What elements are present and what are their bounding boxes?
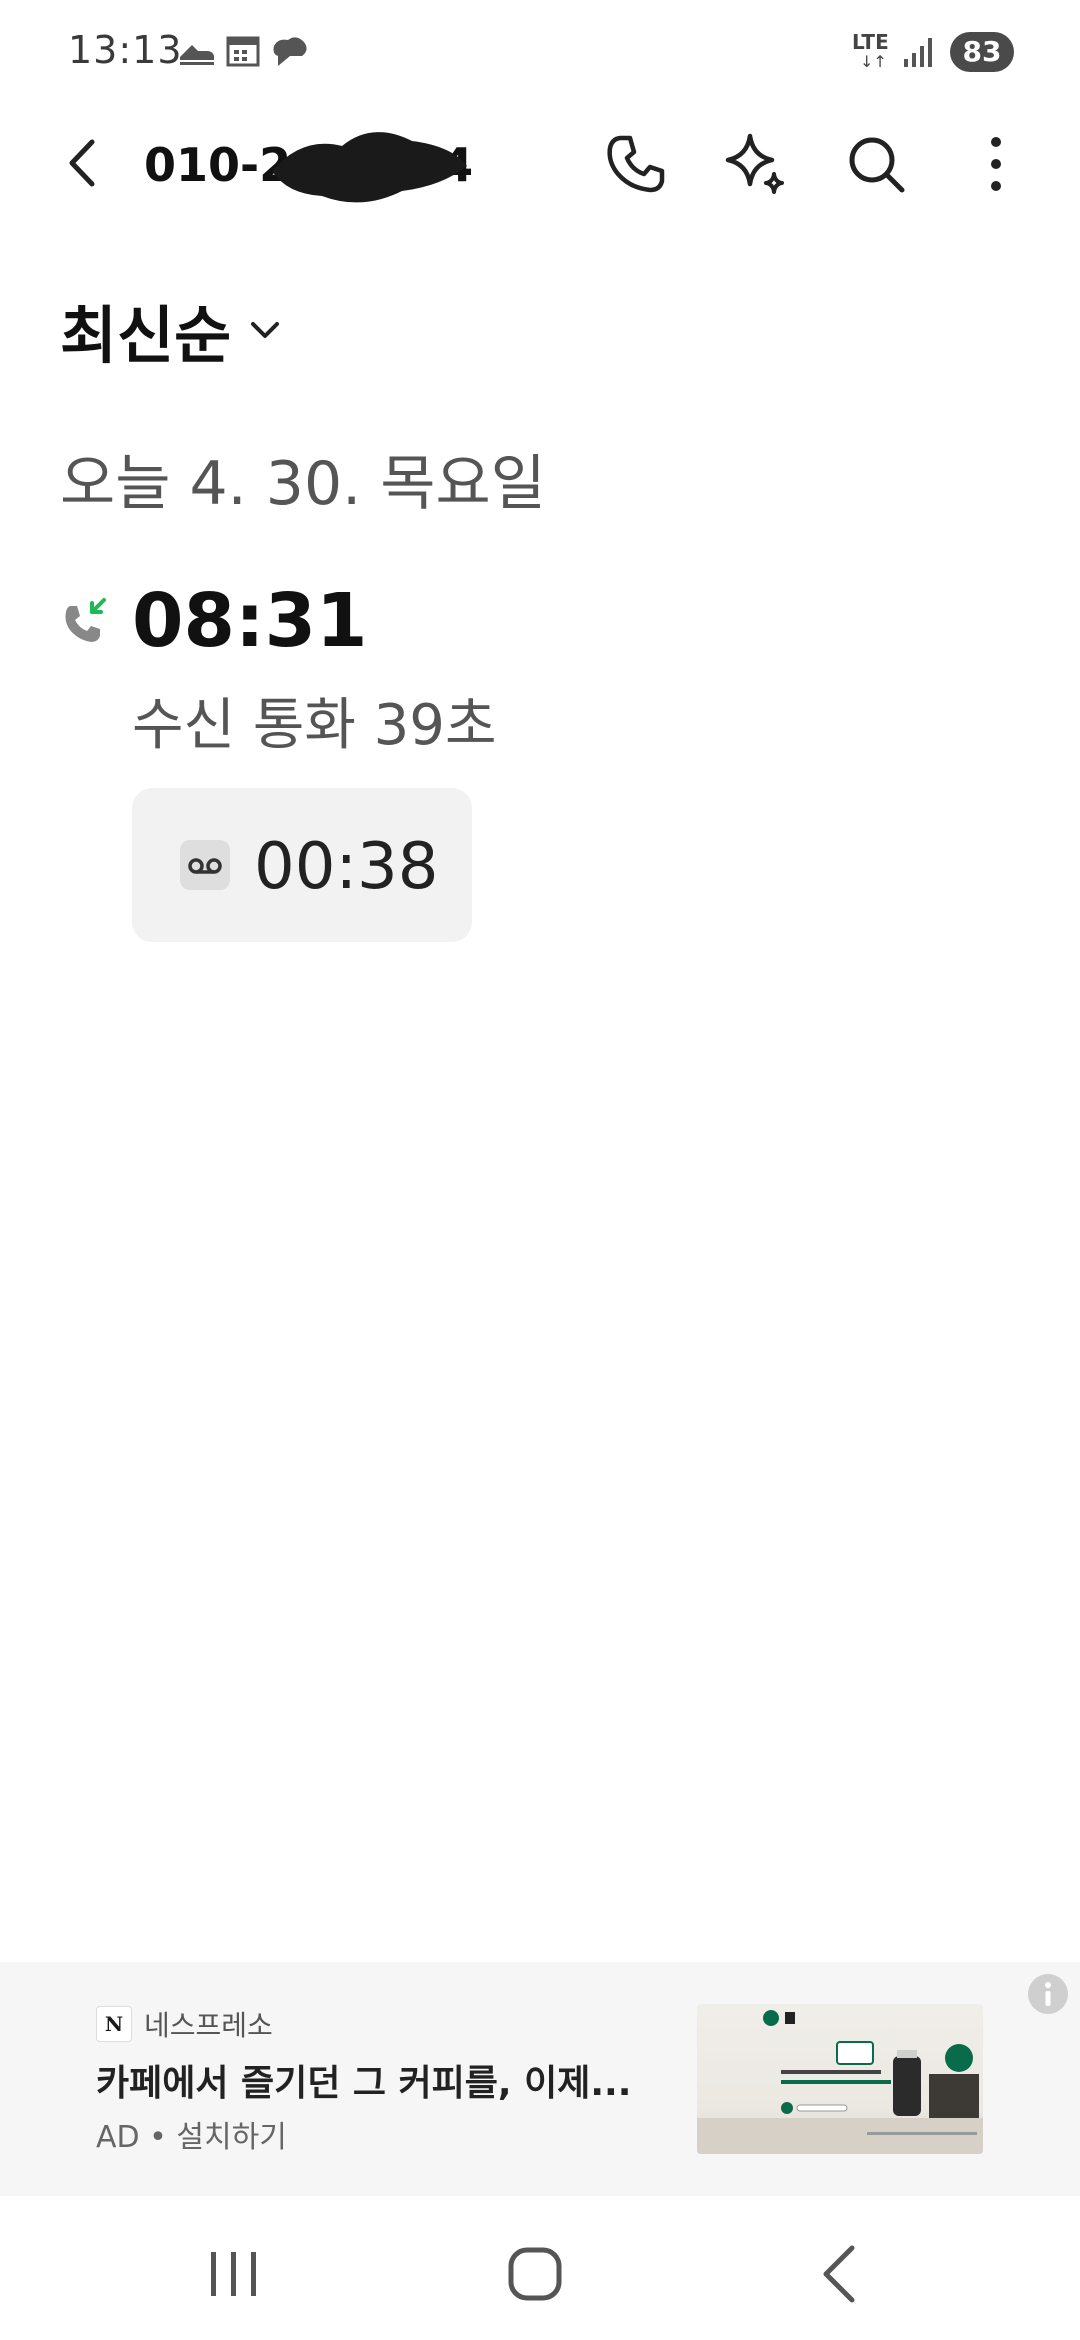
- calendar-icon: [226, 36, 260, 67]
- cloud-icon: [273, 37, 307, 66]
- ad-banner[interactable]: N 네스프레소 카페에서 즐기던 그 커피를, 이제... AD • 설치하기: [0, 1962, 1080, 2196]
- sort-dropdown[interactable]: 최신순: [60, 285, 283, 375]
- ad-headline: 카페에서 즐기던 그 커피를, 이제...: [96, 2063, 632, 2104]
- more-icon[interactable]: [960, 128, 1032, 200]
- recent-apps-icon[interactable]: [194, 2234, 274, 2314]
- ad-install-link[interactable]: AD • 설치하기: [96, 2112, 287, 2156]
- voicemail-icon: [180, 840, 230, 890]
- nespresso-logo: N: [96, 2006, 132, 2042]
- data-arrows-icon: ↓↑: [860, 52, 887, 71]
- ad-advertiser: N 네스프레소: [96, 2004, 273, 2044]
- sort-label: 최신순: [60, 299, 232, 372]
- date-header: 오늘 4. 30. 목요일: [60, 449, 546, 519]
- search-icon[interactable]: [840, 128, 912, 200]
- ai-sparkle-icon[interactable]: [720, 128, 792, 200]
- app-bar: 010-24: [0, 110, 1080, 220]
- call-description: 수신 통화 39초: [132, 693, 497, 758]
- back-icon[interactable]: [800, 2234, 880, 2314]
- status-right-icons: LTE ↓↑ 83: [852, 30, 1014, 74]
- incoming-call-icon: [65, 598, 106, 642]
- phone-icon[interactable]: [600, 128, 672, 200]
- status-time: 13:13: [68, 28, 183, 72]
- back-arrow-icon[interactable]: [52, 132, 114, 194]
- chevron-down-icon: [251, 322, 280, 338]
- call-time[interactable]: 08:31: [132, 578, 368, 664]
- info-icon[interactable]: [1026, 1972, 1070, 2016]
- system-navigation-bar: [0, 2196, 1080, 2340]
- battery-indicator: 83: [950, 32, 1014, 72]
- shoe-icon: [180, 45, 214, 65]
- signal-icon: [904, 38, 932, 67]
- status-bar: 13:13 LTE ↓↑ 83: [0, 0, 1080, 105]
- voicemail-recording-button[interactable]: 00:38: [132, 788, 472, 942]
- ad-advertiser-name: 네스프레소: [144, 2009, 273, 2042]
- redaction-scribble: [272, 132, 467, 203]
- ad-product-graphic: [697, 2010, 983, 2154]
- voicemail-duration: 00:38: [254, 830, 439, 904]
- network-type: LTE: [852, 30, 889, 54]
- home-icon[interactable]: [495, 2234, 575, 2314]
- status-notification-icons: [178, 34, 310, 68]
- ad-image[interactable]: [697, 2004, 983, 2154]
- lte-indicator: LTE ↓↑: [852, 30, 889, 74]
